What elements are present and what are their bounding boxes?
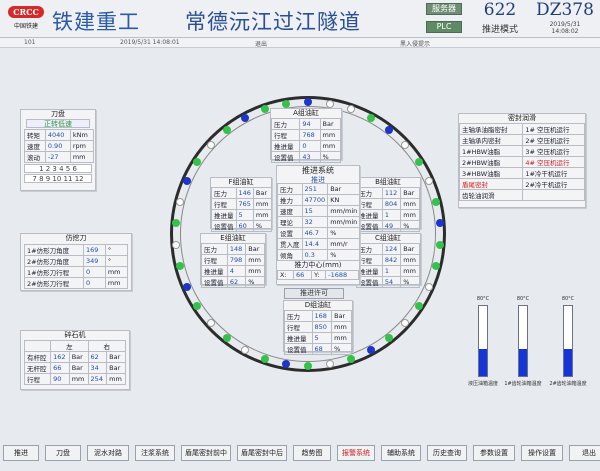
nav-button-2[interactable]: 泥水对路 [87, 445, 129, 461]
nav-button-8[interactable]: 辅助系统 [381, 445, 421, 461]
hmi-screen: CRCC 中国铁建 铁建重工 常德沅江过江隧道 服务器 PLC 622 推进模式… [0, 0, 600, 471]
nav-button-7[interactable]: 报警系统 [337, 445, 375, 461]
nav-button-3[interactable]: 注浆系统 [135, 445, 175, 461]
bottom-nav: 推进 刀盘 泥水对路 注浆系统 盾尾密封前中 盾尾密封中后 趋势图 报警系统 辅助系统 历史查询参… [0, 0, 600, 471]
nav-button-5[interactable]: 盾尾密封中后 [237, 445, 287, 461]
nav-button-10[interactable]: 参数设置 [473, 445, 515, 461]
nav-button-11[interactable]: 操作设置 [521, 445, 563, 461]
nav-button-4[interactable]: 盾尾密封前中 [181, 445, 231, 461]
nav-button-9[interactable]: 历史查询 [427, 445, 467, 461]
nav-button-6[interactable]: 趋势图 [293, 445, 331, 461]
nav-button-1[interactable]: 刀盘 [45, 445, 81, 461]
nav-button-0[interactable]: 推进 [3, 445, 39, 461]
nav-button-12[interactable]: 退出 [569, 445, 600, 461]
